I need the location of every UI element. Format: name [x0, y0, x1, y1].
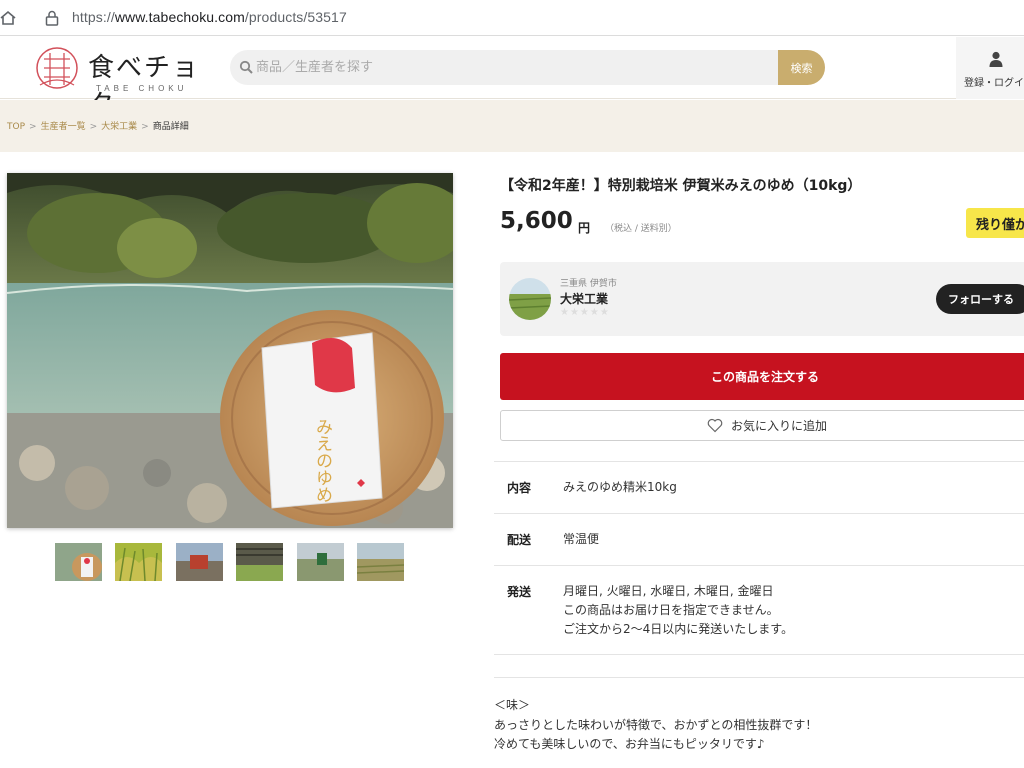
site-logo[interactable]: 食べチョク TABE CHOKU	[34, 43, 214, 120]
product-detail-table: 内容 みえのゆめ精米10kg 配送 常温便 発送 月曜日, 火曜日, 水曜日, …	[494, 461, 1024, 655]
detail-value-shipping: 常温便	[563, 532, 600, 546]
thumbnail-2[interactable]	[115, 543, 162, 581]
user-icon	[989, 51, 1003, 67]
thumbnail-6[interactable]	[357, 543, 404, 581]
breadcrumb-bar: TOP > 生産者一覧 > 大栄工業 > 商品詳細	[0, 100, 1024, 152]
search-box	[230, 50, 778, 85]
breadcrumb-item-producer[interactable]: 大栄工業	[101, 122, 137, 132]
detail-label-contents: 内容	[507, 481, 532, 495]
dispatch-note: この商品はお届け日を指定できません。	[563, 603, 779, 617]
detail-label-shipping: 配送	[507, 533, 532, 547]
producer-card[interactable]: 三重県 伊賀市 大栄工業 ★★★★★ フォローする	[500, 262, 1024, 336]
breadcrumb-item-producers[interactable]: 生産者一覧	[41, 122, 86, 132]
breadcrumb-separator: >	[29, 122, 37, 132]
description-divider	[494, 677, 1024, 678]
product-photo: みえのゆめ	[7, 173, 453, 528]
tax-note: （税込 / 送料別）	[605, 224, 677, 234]
site-header: 食べチョク TABE CHOKU 検索 登録・ログイン	[0, 37, 1024, 120]
description-line: あっさりとした味わいが特徴で、おかずとの相性抜群です！	[494, 717, 818, 732]
login-button[interactable]: 登録・ログイン	[956, 37, 1024, 99]
home-icon[interactable]	[0, 10, 16, 26]
login-label: 登録・ログイン	[964, 78, 1024, 89]
detail-row-dispatch: 発送 月曜日, 火曜日, 水曜日, 木曜日, 金曜日 この商品はお届け日を指定で…	[494, 565, 1024, 655]
thumbnail-5[interactable]	[297, 543, 344, 581]
product-title: 【令和2年産！】特別栽培米 伊賀米みえのゆめ（10kg）	[500, 178, 862, 194]
logo-subtext: TABE CHOKU	[96, 84, 188, 93]
heart-icon	[707, 418, 723, 433]
browser-address-bar: https://www.tabechoku.com/products/53517	[0, 0, 1024, 36]
thumbnail-4[interactable]	[236, 543, 283, 581]
description-line: 冷めても美味しいので、お弁当にもピッタリです♪	[494, 737, 765, 751]
product-description: ＜味＞ あっさりとした味わいが特徴で、おかずとの相性抜群です！ 冷めても美味しい…	[494, 696, 817, 755]
producer-region: 三重県 伊賀市	[560, 279, 617, 289]
logo-mark-icon	[36, 47, 78, 89]
add-favorite-button[interactable]: お気に入りに追加	[500, 410, 1024, 441]
breadcrumb-current: 商品詳細	[152, 122, 189, 132]
url-path: /products/53517	[244, 9, 347, 25]
dispatch-timing: ご注文から2〜4日以内に発送いたします。	[563, 622, 794, 636]
thumbnail-1[interactable]	[55, 543, 102, 581]
breadcrumb-separator: >	[141, 122, 149, 132]
search-icon	[239, 60, 253, 74]
lock-icon[interactable]	[45, 10, 59, 26]
product-main-image[interactable]: みえのゆめ	[7, 173, 453, 528]
detail-row-contents: 内容 みえのゆめ精米10kg	[494, 461, 1024, 513]
product-price: 5,600	[500, 208, 573, 234]
follow-button[interactable]: フォローする	[936, 284, 1024, 314]
thumbnail-3[interactable]	[176, 543, 223, 581]
url-host: www.tabechoku.com	[114, 9, 245, 25]
search-input[interactable]	[256, 50, 766, 85]
detail-label-dispatch: 発送	[507, 585, 532, 599]
detail-value-dispatch: 月曜日, 火曜日, 水曜日, 木曜日, 金曜日 この商品はお届け日を指定できませ…	[563, 582, 793, 639]
producer-avatar[interactable]	[509, 278, 551, 320]
add-favorite-label: お気に入りに追加	[731, 419, 828, 433]
thumbnail-strip	[55, 543, 415, 583]
url-prefix: https://	[72, 9, 115, 25]
url-field[interactable]: https://www.tabechoku.com/products/53517	[72, 9, 347, 25]
bag-text: みえのゆめ	[312, 418, 332, 503]
breadcrumb-item-top[interactable]: TOP	[7, 122, 25, 132]
breadcrumb: TOP > 生産者一覧 > 大栄工業 > 商品詳細	[7, 119, 189, 132]
description-line: ＜味＞	[494, 698, 531, 712]
detail-value-contents: みえのゆめ精米10kg	[563, 480, 677, 494]
order-button[interactable]: この商品を注文する	[500, 353, 1024, 400]
search-button[interactable]: 検索	[778, 50, 825, 85]
dispatch-days: 月曜日, 火曜日, 水曜日, 木曜日, 金曜日	[563, 584, 774, 598]
price-unit: 円	[578, 221, 591, 235]
producer-rating: ★★★★★	[560, 307, 610, 318]
breadcrumb-separator: >	[89, 122, 98, 132]
detail-row-shipping: 配送 常温便	[494, 513, 1024, 565]
stock-badge: 残り僅か	[966, 208, 1024, 238]
producer-name[interactable]: 大栄工業	[560, 290, 608, 307]
